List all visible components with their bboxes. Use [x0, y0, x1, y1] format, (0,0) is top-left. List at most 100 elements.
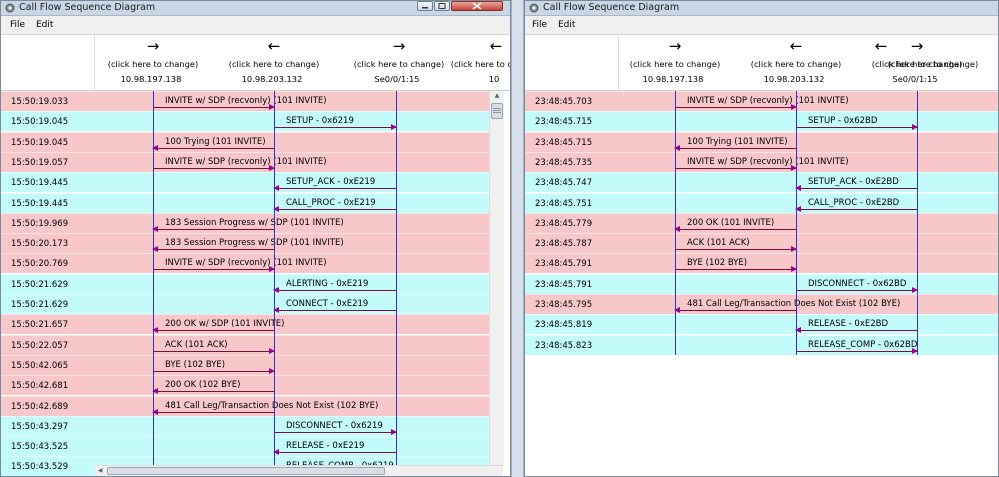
message-arrow[interactable]: 481 Call Leg/Transaction Does Not Exist …	[152, 397, 378, 417]
message-arrow[interactable]: DISCONNECT - 0x62BD	[796, 275, 918, 295]
menu-file[interactable]: File	[10, 19, 25, 31]
message-arrow[interactable]: INVITE w/ SDP (recvonly) (101 INVITE)	[153, 92, 327, 112]
message-arrow[interactable]: 200 OK w/ SDP (101 INVITE)	[152, 315, 285, 335]
message-arrow[interactable]: SETUP_ACK - 0xE2BD	[795, 173, 917, 193]
column-change-link[interactable]: (click here to change)	[751, 59, 841, 69]
menu-edit[interactable]: Edit	[558, 19, 575, 31]
table-row[interactable]: 15:50:19.445 CALL_PROC - 0xE219	[1, 192, 489, 214]
message-arrow[interactable]: 200 OK (102 BYE)	[152, 376, 274, 396]
column-address: 10.98.197.138	[120, 74, 182, 84]
table-row[interactable]: 15:50:42.689 481 Call Leg/Transaction Doe…	[1, 395, 489, 417]
arrow-line	[274, 452, 396, 454]
table-row[interactable]: 23:48:45.791 BYE (102 BYE)	[525, 253, 998, 274]
message-arrow[interactable]: 481 Call Leg/Transaction Does Not Exist …	[674, 295, 900, 315]
scroll-left-icon[interactable]: ◀	[96, 467, 104, 475]
table-row[interactable]: 15:50:21.657 200 OK w/ SDP (101 INVITE)	[1, 314, 489, 335]
message-arrow[interactable]: ALERTING - 0xE219	[273, 275, 396, 295]
message-arrow[interactable]: CONNECT - 0xE219	[273, 295, 396, 315]
arrow-line	[796, 330, 917, 332]
message-arrow[interactable]: 183 Session Progress w/ SDP (101 INVITE)	[152, 234, 344, 254]
column-arrow-1[interactable]: ←	[268, 39, 281, 54]
column-change-link[interactable]: (click here to change)	[229, 59, 319, 69]
table-row[interactable]: 15:50:19.445 SETUP_ACK - 0xE219	[1, 172, 489, 193]
column-change-link[interactable]: (click here to change)	[451, 59, 510, 69]
message-arrow[interactable]: BYE (102 BYE)	[153, 356, 275, 376]
menu-file[interactable]: File	[532, 19, 547, 31]
message-arrow[interactable]: INVITE w/ SDP (recvonly) (101 INVITE)	[153, 254, 327, 274]
table-row[interactable]: 23:48:45.747 SETUP_ACK - 0xE2BD	[525, 172, 998, 193]
message-arrow[interactable]: 183 Session Progress w/ SDP (101 INVITE)	[152, 214, 344, 234]
message-arrow[interactable]: RELEASE - 0xE219	[273, 437, 396, 457]
column-arrow-3[interactable]: ←	[875, 39, 888, 54]
column-arrow-1[interactable]: ←	[790, 39, 803, 54]
table-row[interactable]: 23:48:45.751 CALL_PROC - 0xE2BD	[525, 192, 998, 214]
minimize-button[interactable]	[417, 1, 433, 11]
table-row[interactable]: 23:48:45.715 SETUP - 0x62BD	[525, 111, 998, 132]
message-arrow[interactable]: RELEASE - 0xE2BD	[795, 315, 917, 335]
table-row[interactable]: 15:50:43.297 DISCONNECT - 0x6219	[1, 415, 489, 437]
column-change-link[interactable]: (click here to change)	[354, 59, 444, 69]
close-button[interactable]	[451, 1, 503, 11]
message-arrow[interactable]: SETUP - 0x6219	[274, 112, 397, 132]
message-arrow[interactable]: 100 Trying (101 INVITE)	[674, 133, 796, 153]
message-arrow[interactable]: RELEASE_COMP - 0x62BD	[796, 336, 918, 356]
message-arrow[interactable]: 200 OK (101 INVITE)	[674, 214, 796, 234]
message-arrow[interactable]: 100 Trying (101 INVITE)	[152, 133, 274, 153]
message-arrow[interactable]: CALL_PROC - 0xE219	[273, 194, 396, 214]
column-change-link[interactable]: (click here to change)	[630, 59, 720, 69]
message-arrow[interactable]: ACK (101 ACK)	[153, 336, 275, 356]
table-row[interactable]: 23:48:45.823 RELEASE_COMP - 0x62BD	[525, 334, 998, 356]
table-row[interactable]: 15:50:21.629 ALERTING - 0xE219	[1, 273, 489, 295]
message-arrow[interactable]: DISCONNECT - 0x6219	[274, 417, 397, 437]
message-arrow[interactable]: SETUP - 0x62BD	[796, 112, 918, 132]
horizontal-scroll-thumb[interactable]	[107, 467, 385, 475]
message-arrow[interactable]: BYE (102 BYE)	[675, 254, 797, 274]
table-row[interactable]: 15:50:20.769 INVITE w/ SDP (recvonly) (10…	[1, 253, 489, 274]
table-row[interactable]: 23:48:45.735 INVITE w/ SDP (recvonly) (10…	[525, 151, 998, 173]
right-title-bar[interactable]: Call Flow Sequence Diagram	[525, 1, 998, 16]
message-arrow[interactable]: SETUP_ACK - 0xE219	[273, 173, 396, 193]
column-change-link[interactable]: (click here to change)	[108, 59, 198, 69]
table-row[interactable]: 23:48:45.715 100 Trying (101 INVITE)	[525, 131, 998, 153]
message-arrow[interactable]: ACK (101 ACK)	[675, 234, 797, 254]
message-arrow[interactable]: INVITE w/ SDP (recvonly) (101 INVITE)	[675, 92, 849, 112]
menu-edit[interactable]: Edit	[36, 19, 53, 31]
horizontal-scrollbar[interactable]: ◀	[95, 465, 503, 476]
table-row[interactable]: 23:48:45.819 RELEASE - 0xE2BD	[525, 314, 998, 335]
message-arrow[interactable]: CALL_PROC - 0xE2BD	[795, 194, 917, 214]
table-row[interactable]: 15:50:42.681 200 OK (102 BYE)	[1, 375, 489, 396]
table-row[interactable]: 15:50:42.065 BYE (102 BYE)	[1, 354, 489, 376]
table-row[interactable]: 15:50:19.057 INVITE w/ SDP (recvonly) (10…	[1, 151, 489, 173]
column-change-link[interactable]: (click here to change)	[888, 59, 978, 69]
table-row[interactable]: 15:50:19.969 183 Session Progress w/ SDP …	[1, 212, 489, 234]
table-row[interactable]: 23:48:45.795 481 Call Leg/Transaction Doe…	[525, 294, 998, 314]
table-row[interactable]: 23:48:45.787 ACK (101 ACK)	[525, 233, 998, 254]
table-row[interactable]: 15:50:19.045 SETUP - 0x6219	[1, 111, 489, 132]
arrow-line	[675, 310, 796, 311]
maximize-button[interactable]	[434, 1, 450, 11]
table-row[interactable]: 23:48:45.779 200 OK (101 INVITE)	[525, 212, 998, 234]
left-diagram: → (click here to change) 10.98.197.138 ← (cl…	[1, 35, 510, 476]
column-arrow-2[interactable]: →	[911, 39, 924, 54]
table-row[interactable]: 15:50:20.173 183 Session Progress w/ SDP …	[1, 233, 489, 254]
table-row[interactable]: 15:50:21.629 CONNECT - 0xE219	[1, 294, 489, 314]
table-row[interactable]: 15:50:43.525 RELEASE - 0xE219	[1, 436, 489, 457]
column-arrow-2[interactable]: →	[393, 39, 406, 54]
message-arrow[interactable]: INVITE w/ SDP (recvonly) (101 INVITE)	[153, 153, 327, 173]
table-row[interactable]: 23:48:45.703 INVITE w/ SDP (recvonly) (10…	[525, 91, 998, 111]
column-arrow-0[interactable]: →	[147, 39, 160, 54]
vertical-scroll-thumb[interactable]	[491, 103, 503, 119]
table-row[interactable]: 23:48:45.791 DISCONNECT - 0x62BD	[525, 273, 998, 295]
left-title-bar[interactable]: Call Flow Sequence Diagram	[1, 1, 510, 16]
message-arrow[interactable]: INVITE w/ SDP (recvonly) (101 INVITE)	[675, 153, 849, 173]
table-row[interactable]: 15:50:19.045 100 Trying (101 INVITE)	[1, 131, 489, 153]
column-arrow-0[interactable]: →	[669, 39, 682, 54]
window-gap	[511, 0, 524, 477]
maximize-icon	[438, 3, 446, 9]
table-row[interactable]: 15:50:22.057 ACK (101 ACK)	[1, 334, 489, 356]
scroll-up-icon[interactable]: ▲	[490, 92, 504, 100]
vertical-scrollbar[interactable]: ▲	[489, 91, 504, 466]
column-arrow-3[interactable]: ←	[490, 39, 503, 54]
table-row[interactable]: 15:50:19.033 INVITE w/ SDP (recvonly) (10…	[1, 91, 489, 111]
message-label: RELEASE - 0xE2BD	[808, 319, 889, 330]
